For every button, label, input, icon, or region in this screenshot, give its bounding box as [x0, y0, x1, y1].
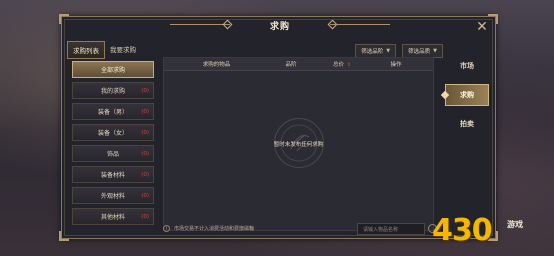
market-note: ! 市场交易不计入消费活动和费旗磁輪: [163, 225, 254, 232]
side-tab-auction[interactable]: 拍卖: [445, 113, 489, 135]
category-count: (0): [141, 213, 149, 220]
frame-corner: [59, 231, 69, 241]
watermark-text: 游戏: [507, 220, 523, 229]
category-all[interactable]: 全部求购: [72, 61, 154, 78]
empty-message: 暂时未发布任何求购: [273, 142, 324, 148]
category-label: 装备（男）: [97, 109, 128, 116]
column-header-item: 求购的物品: [164, 60, 269, 68]
category-label: 装备（女）: [97, 130, 128, 137]
close-button[interactable]: ✕: [475, 20, 489, 34]
category-label: 饰品: [106, 151, 119, 158]
filter-grade-dropdown[interactable]: 筛选品阶 ▼: [355, 44, 397, 58]
column-header-total-price[interactable]: 总价 ⇕: [313, 60, 371, 68]
side-tab-market[interactable]: 市场: [445, 55, 489, 77]
tab-create-purchase[interactable]: 我要求购: [105, 41, 141, 59]
category-label: 外观材料: [100, 193, 125, 200]
category-appearance-materials[interactable]: 外观材料 (0): [72, 187, 154, 204]
column-label: 总价: [333, 62, 345, 68]
title-ornament: [330, 24, 390, 25]
title-diamond-icon: [222, 19, 233, 30]
category-count: (0): [141, 108, 149, 115]
column-label: 求购的物品: [202, 62, 231, 68]
window-title-bar: 求购: [170, 16, 390, 35]
category-count: (0): [141, 192, 149, 199]
purchase-window: 求购 ✕ 求购列表 我要求购 筛选品阶 ▼ 筛选品质 ▼ 全部求购 我的求购 (…: [59, 14, 498, 241]
empty-state: 暂时未发布任何求购: [164, 118, 433, 168]
info-icon: !: [163, 225, 170, 232]
watermark-logo: 430: [432, 213, 493, 248]
category-other-materials[interactable]: 其他材料 (0): [72, 208, 154, 225]
frame-corner: [59, 14, 69, 24]
category-gear-materials[interactable]: 装备材料 (0): [72, 166, 154, 183]
category-gear-female[interactable]: 装备（女） (0): [72, 124, 154, 141]
category-count: (0): [141, 129, 149, 136]
title-ornament: [170, 24, 230, 25]
side-tabs: 市场 求购 拍卖: [445, 55, 489, 135]
filter-quality-dropdown[interactable]: 筛选品质 ▼: [402, 44, 443, 58]
dropdown-arrow-icon: ▼: [433, 48, 437, 54]
top-tabs: 求购列表 我要求购: [67, 41, 141, 59]
filter-label: 筛选品质: [408, 49, 431, 55]
column-label: 品阶: [285, 62, 297, 68]
category-mine[interactable]: 我的求购 (0): [72, 82, 154, 99]
category-count: (0): [141, 171, 149, 178]
close-icon: ✕: [476, 19, 488, 35]
category-label: 我的求购: [100, 88, 125, 95]
table-header: 求购的物品 品阶 总价 ⇕ 操作: [164, 58, 433, 71]
category-label: 其他材料: [100, 214, 125, 221]
filter-label: 筛选品阶: [361, 49, 384, 55]
category-count: (0): [141, 87, 149, 94]
category-label: 全部求购: [100, 67, 125, 74]
category-list: 全部求购 我的求购 (0) 装备（男） (0) 装备（女） (0) 饰品 (0)…: [72, 61, 154, 225]
filters: 筛选品阶 ▼ 筛选品质 ▼: [355, 44, 443, 58]
column-label: 操作: [390, 62, 402, 68]
category-label: 装备材料: [100, 172, 125, 179]
column-header-grade: 品阶: [269, 60, 313, 68]
purchase-table: 求购的物品 品阶 总价 ⇕ 操作 暂时未发布任何求购: [163, 57, 434, 231]
column-header-action: 操作: [371, 60, 421, 68]
side-tab-purchase[interactable]: 求购: [445, 84, 489, 106]
category-gear-male[interactable]: 装备（男） (0): [72, 103, 154, 120]
sort-icon: ⇕: [346, 62, 351, 68]
window-title: 求购: [269, 22, 290, 32]
market-note-text: 市场交易不计入消费活动和费旗磁輪: [174, 226, 255, 232]
search-placeholder: 请输入物品名称: [363, 226, 399, 233]
category-count: (0): [141, 150, 149, 157]
frame-corner: [488, 14, 498, 24]
tab-purchase-list[interactable]: 求购列表: [67, 41, 105, 59]
item-search-input[interactable]: 请输入物品名称: [357, 223, 425, 235]
dropdown-arrow-icon: ▼: [386, 48, 391, 54]
category-accessories[interactable]: 饰品 (0): [72, 145, 154, 162]
